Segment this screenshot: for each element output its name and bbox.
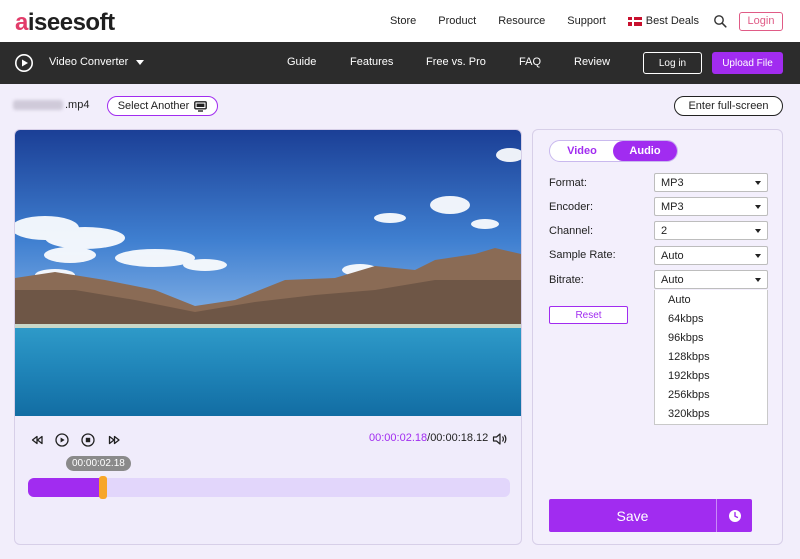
stop-icon[interactable] <box>81 433 95 447</box>
bitrate-option[interactable]: 256kbps <box>655 385 767 404</box>
save-button[interactable]: Save <box>549 499 716 532</box>
format-value: MP3 <box>661 176 684 189</box>
play-icon[interactable] <box>55 433 69 447</box>
encoder-value: MP3 <box>661 200 684 213</box>
bitrate-option[interactable]: Auto <box>655 290 767 309</box>
monitor-icon <box>194 100 208 112</box>
log-in-button[interactable]: Log in <box>643 52 702 74</box>
rewind-icon[interactable] <box>30 433 44 447</box>
seek-time-tooltip: 00:00:02.18 <box>66 456 131 471</box>
nav-guide[interactable]: Guide <box>287 56 316 68</box>
seek-handle[interactable] <box>98 476 107 499</box>
bitrate-select[interactable]: Auto <box>654 270 768 289</box>
file-extension: .mp4 <box>65 99 90 111</box>
login-button[interactable]: Login <box>739 11 783 31</box>
schedule-save-button[interactable] <box>716 499 752 532</box>
current-time: 00:00:02.18 <box>369 432 428 444</box>
logo-text: iseesoft <box>27 9 115 36</box>
total-time: 00:00:18.12 <box>430 432 489 444</box>
bitrate-option[interactable]: 192kbps <box>655 366 767 385</box>
best-deals-label: Best Deals <box>645 15 699 27</box>
nav-features[interactable]: Features <box>350 56 393 68</box>
seek-bar-progress <box>28 478 103 497</box>
logo-accent-letter: a <box>15 9 28 36</box>
bitrate-value: Auto <box>661 273 684 286</box>
brand-logo[interactable]: aiseesoft <box>15 9 115 37</box>
enter-fullscreen-button[interactable]: Enter full-screen <box>674 96 783 116</box>
select-another-label: Select Another <box>117 100 190 112</box>
sample-rate-label: Sample Rate: <box>549 249 616 261</box>
bitrate-label: Bitrate: <box>549 274 584 286</box>
format-select[interactable]: MP3 <box>654 173 768 192</box>
forward-icon[interactable] <box>107 433 121 447</box>
time-display: 00:00:02.18/00:00:18.12 <box>369 432 488 444</box>
video-preview[interactable] <box>15 130 521 416</box>
format-label: Format: <box>549 177 587 189</box>
sample-rate-select[interactable]: Auto <box>654 246 768 265</box>
chevron-down-icon <box>755 181 761 185</box>
nav-review[interactable]: Review <box>574 56 610 68</box>
blurred-file-name <box>13 100 63 110</box>
channel-select[interactable]: 2 <box>654 221 768 240</box>
bitrate-options-list: Auto 64kbps 96kbps 128kbps 192kbps 256kb… <box>654 290 768 425</box>
chevron-down-icon <box>755 229 761 233</box>
nav-faq[interactable]: FAQ <box>519 56 541 68</box>
media-type-toggle: Video Audio <box>549 140 678 162</box>
app-switcher[interactable]: Video Converter <box>49 56 145 68</box>
nav-support[interactable]: Support <box>567 15 606 27</box>
nav-free-vs-pro[interactable]: Free vs. Pro <box>426 56 486 68</box>
app-name-label: Video Converter <box>49 56 129 68</box>
channel-value: 2 <box>661 224 668 237</box>
bitrate-option[interactable]: 128kbps <box>655 347 767 366</box>
tab-audio[interactable]: Audio <box>613 141 677 161</box>
select-another-button[interactable]: Select Another <box>107 96 218 116</box>
chevron-down-icon <box>755 278 761 282</box>
reset-button[interactable]: Reset <box>549 306 628 324</box>
chevron-down-icon <box>755 205 761 209</box>
upload-file-button[interactable]: Upload File <box>712 52 783 74</box>
nav-resource[interactable]: Resource <box>498 15 545 27</box>
bitrate-option[interactable]: 320kbps <box>655 404 767 423</box>
top-nav: Store Product Resource Support Best Deal… <box>390 0 800 42</box>
bitrate-option[interactable]: 96kbps <box>655 328 767 347</box>
nav-store[interactable]: Store <box>390 15 416 27</box>
bitrate-option[interactable]: 64kbps <box>655 309 767 328</box>
denmark-flag-icon <box>627 16 642 26</box>
volume-icon[interactable] <box>492 432 508 446</box>
encoder-select[interactable]: MP3 <box>654 197 768 216</box>
sample-rate-value: Auto <box>661 249 684 262</box>
encoder-label: Encoder: <box>549 201 594 213</box>
chevron-down-icon <box>136 59 145 65</box>
output-settings-panel: Video Audio Format: MP3 Encoder: MP3 Cha… <box>532 129 783 545</box>
top-header: aiseesoft Store Product Resource Support… <box>0 0 800 42</box>
clock-icon <box>728 509 741 522</box>
channel-label: Channel: <box>549 225 594 237</box>
nav-product[interactable]: Product <box>438 15 476 27</box>
tab-video[interactable]: Video <box>550 141 614 161</box>
file-name: .mp4 <box>13 99 89 111</box>
video-player-panel: 00:00:02.18/00:00:18.12 00:00:02.18 <box>14 129 522 545</box>
video-converter-icon <box>15 54 33 72</box>
search-icon[interactable] <box>713 14 727 28</box>
best-deals-link[interactable]: Best Deals <box>627 15 699 27</box>
chevron-down-icon <box>755 254 761 258</box>
